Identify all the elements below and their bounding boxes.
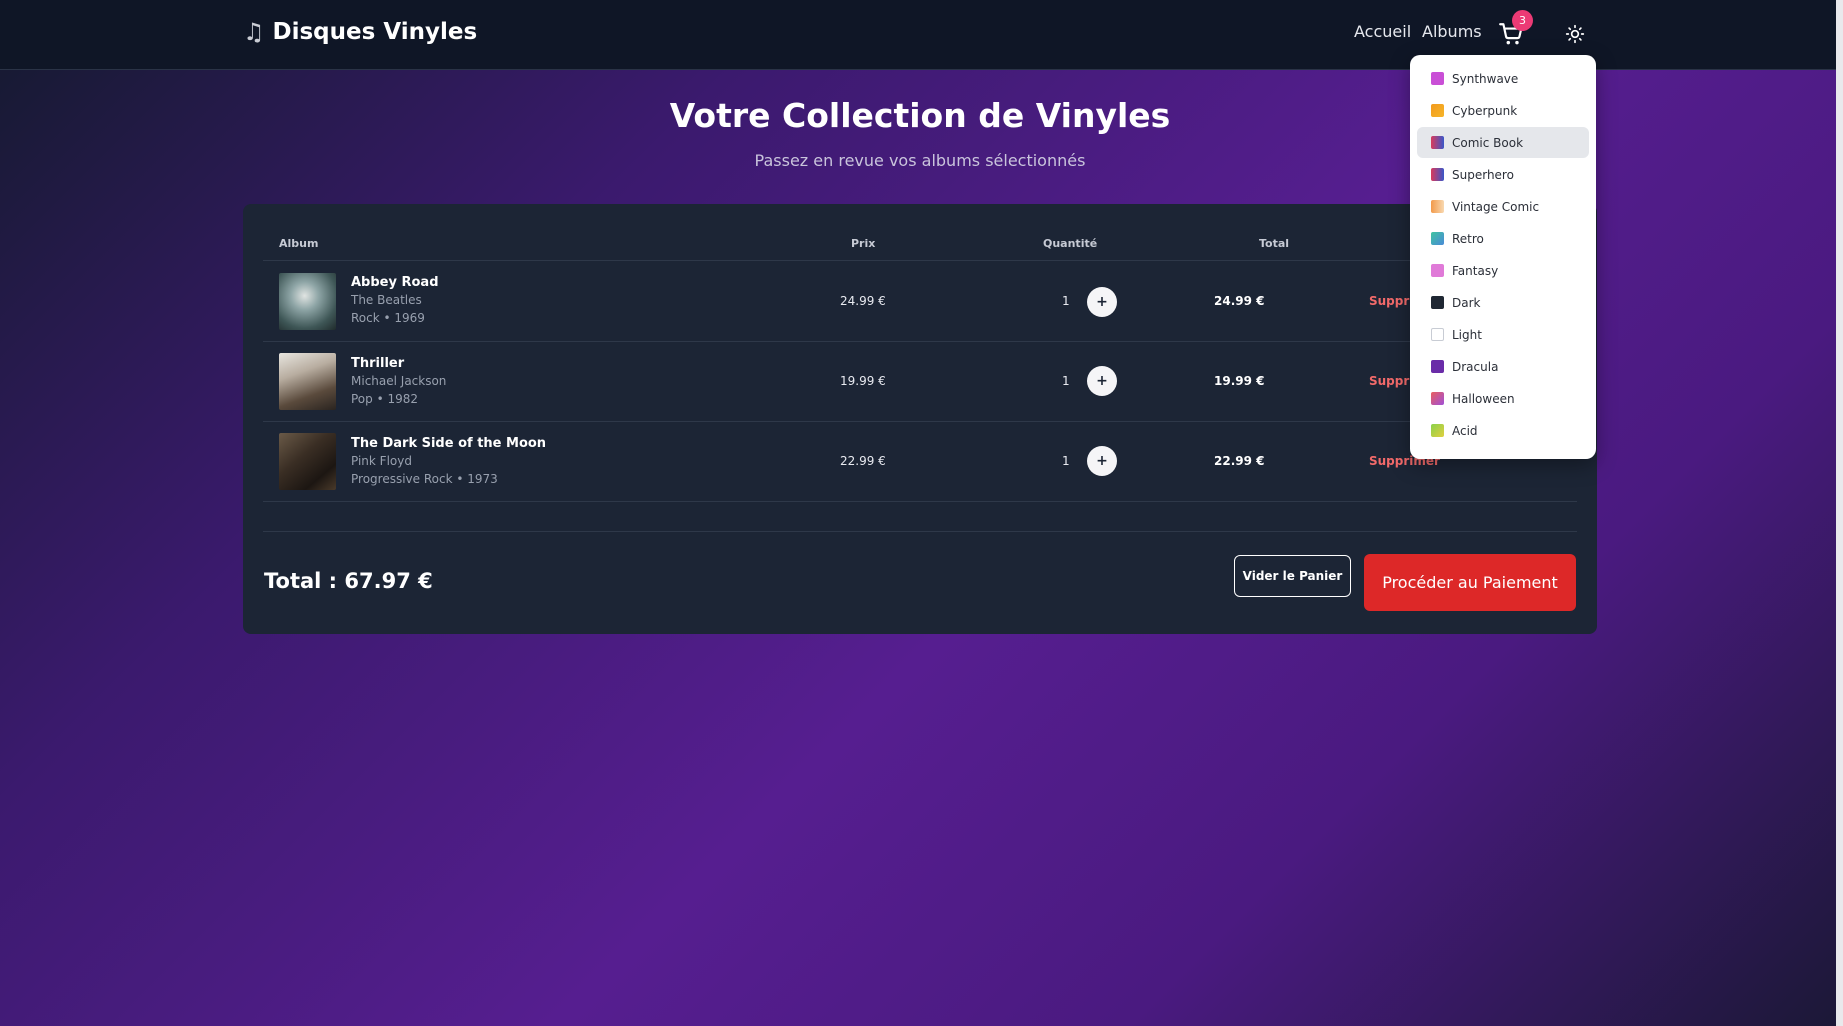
album-title: The Dark Side of the Moon	[351, 436, 547, 451]
table-divider	[263, 501, 1577, 502]
theme-option-label: Retro	[1452, 231, 1484, 246]
theme-option-label: Superhero	[1452, 167, 1514, 182]
theme-toggle-button[interactable]	[1563, 22, 1587, 46]
color-swatch-icon	[1431, 264, 1444, 277]
music-note-icon: ♫	[243, 18, 265, 46]
theme-option-label: Dracula	[1452, 359, 1499, 374]
theme-option-dracula[interactable]: Dracula	[1417, 351, 1589, 382]
theme-option-fantasy[interactable]: Fantasy	[1417, 255, 1589, 286]
color-swatch-icon	[1431, 360, 1444, 373]
album-quantity: 1	[1062, 374, 1070, 388]
increase-quantity-button[interactable]: +	[1087, 366, 1117, 396]
theme-option-label: Fantasy	[1452, 263, 1499, 278]
color-swatch-icon	[1431, 72, 1444, 85]
color-swatch-icon	[1431, 392, 1444, 405]
theme-option-label: Light	[1452, 327, 1482, 342]
album-quantity: 1	[1062, 294, 1070, 308]
checkout-button[interactable]: Procéder au Paiement	[1364, 554, 1576, 611]
color-swatch-icon	[1431, 200, 1444, 213]
theme-option-synthwave[interactable]: Synthwave	[1417, 63, 1589, 94]
album-price: 22.99 €	[840, 454, 886, 468]
table-divider	[263, 260, 1577, 261]
nav-link-home[interactable]: Accueil	[1354, 22, 1411, 41]
color-swatch-icon	[1431, 328, 1444, 341]
theme-option-dark[interactable]: Dark	[1417, 287, 1589, 318]
color-swatch-icon	[1431, 296, 1444, 309]
album-artist: The Beatles	[351, 293, 422, 307]
column-header-total: Total	[1259, 237, 1290, 250]
cart-total: Total : 67.97 €	[264, 569, 433, 593]
album-price: 19.99 €	[840, 374, 886, 388]
nav-link-albums[interactable]: Albums	[1422, 22, 1482, 41]
album-quantity: 1	[1062, 454, 1070, 468]
theme-option-label: Synthwave	[1452, 71, 1519, 86]
color-swatch-icon	[1431, 424, 1444, 437]
theme-option-label: Halloween	[1452, 391, 1515, 406]
table-divider	[263, 341, 1577, 342]
album-meta: Progressive Rock • 1973	[351, 472, 498, 486]
album-title: Abbey Road	[351, 275, 439, 290]
row-total: 22.99 €	[1214, 454, 1265, 468]
column-header-quantity: Quantité	[1043, 237, 1098, 250]
theme-option-label: Comic Book	[1452, 135, 1524, 150]
sun-icon	[1565, 24, 1585, 44]
theme-dropdown-menu: Synthwave Cyberpunk Comic Book Superhero…	[1410, 55, 1596, 459]
album-title: Thriller	[351, 356, 405, 371]
album-cover-image	[279, 433, 336, 490]
theme-option-comic-book[interactable]: Comic Book	[1417, 127, 1589, 158]
color-swatch-icon	[1431, 168, 1444, 181]
summary-divider	[263, 531, 1577, 532]
theme-option-vintage-comic[interactable]: Vintage Comic	[1417, 191, 1589, 222]
album-cover-image	[279, 353, 336, 410]
theme-option-cyberpunk[interactable]: Cyberpunk	[1417, 95, 1589, 126]
column-header-album: Album	[279, 237, 319, 250]
theme-option-label: Vintage Comic	[1452, 199, 1540, 214]
album-artist: Michael Jackson	[351, 374, 447, 388]
brand[interactable]: ♫ Disques Vinyles	[243, 18, 477, 46]
theme-option-label: Dark	[1452, 295, 1481, 310]
theme-option-superhero[interactable]: Superhero	[1417, 159, 1589, 190]
color-swatch-icon	[1431, 104, 1444, 117]
cart-button[interactable]: 3	[1498, 10, 1533, 50]
color-swatch-icon	[1431, 232, 1444, 245]
theme-option-label: Acid	[1452, 423, 1478, 438]
page-scrollbar[interactable]	[1836, 0, 1843, 1026]
album-artist: Pink Floyd	[351, 454, 412, 468]
album-cover-image	[279, 273, 336, 330]
row-total: 24.99 €	[1214, 294, 1265, 308]
increase-quantity-button[interactable]: +	[1087, 287, 1117, 317]
theme-option-halloween[interactable]: Halloween	[1417, 383, 1589, 414]
theme-option-light[interactable]: Light	[1417, 319, 1589, 350]
color-swatch-icon	[1431, 136, 1444, 149]
clear-cart-button[interactable]: Vider le Panier	[1234, 555, 1351, 597]
column-header-price: Prix	[851, 237, 876, 250]
theme-option-acid[interactable]: Acid	[1417, 415, 1589, 446]
brand-label: Disques Vinyles	[272, 19, 478, 45]
row-total: 19.99 €	[1214, 374, 1265, 388]
album-meta: Pop • 1982	[351, 392, 419, 406]
theme-option-label: Cyberpunk	[1452, 103, 1518, 118]
theme-option-retro[interactable]: Retro	[1417, 223, 1589, 254]
table-divider	[263, 421, 1577, 422]
increase-quantity-button[interactable]: +	[1087, 446, 1117, 476]
cart-count-badge: 3	[1512, 10, 1533, 31]
album-meta: Rock • 1969	[351, 311, 425, 325]
album-price: 24.99 €	[840, 294, 886, 308]
